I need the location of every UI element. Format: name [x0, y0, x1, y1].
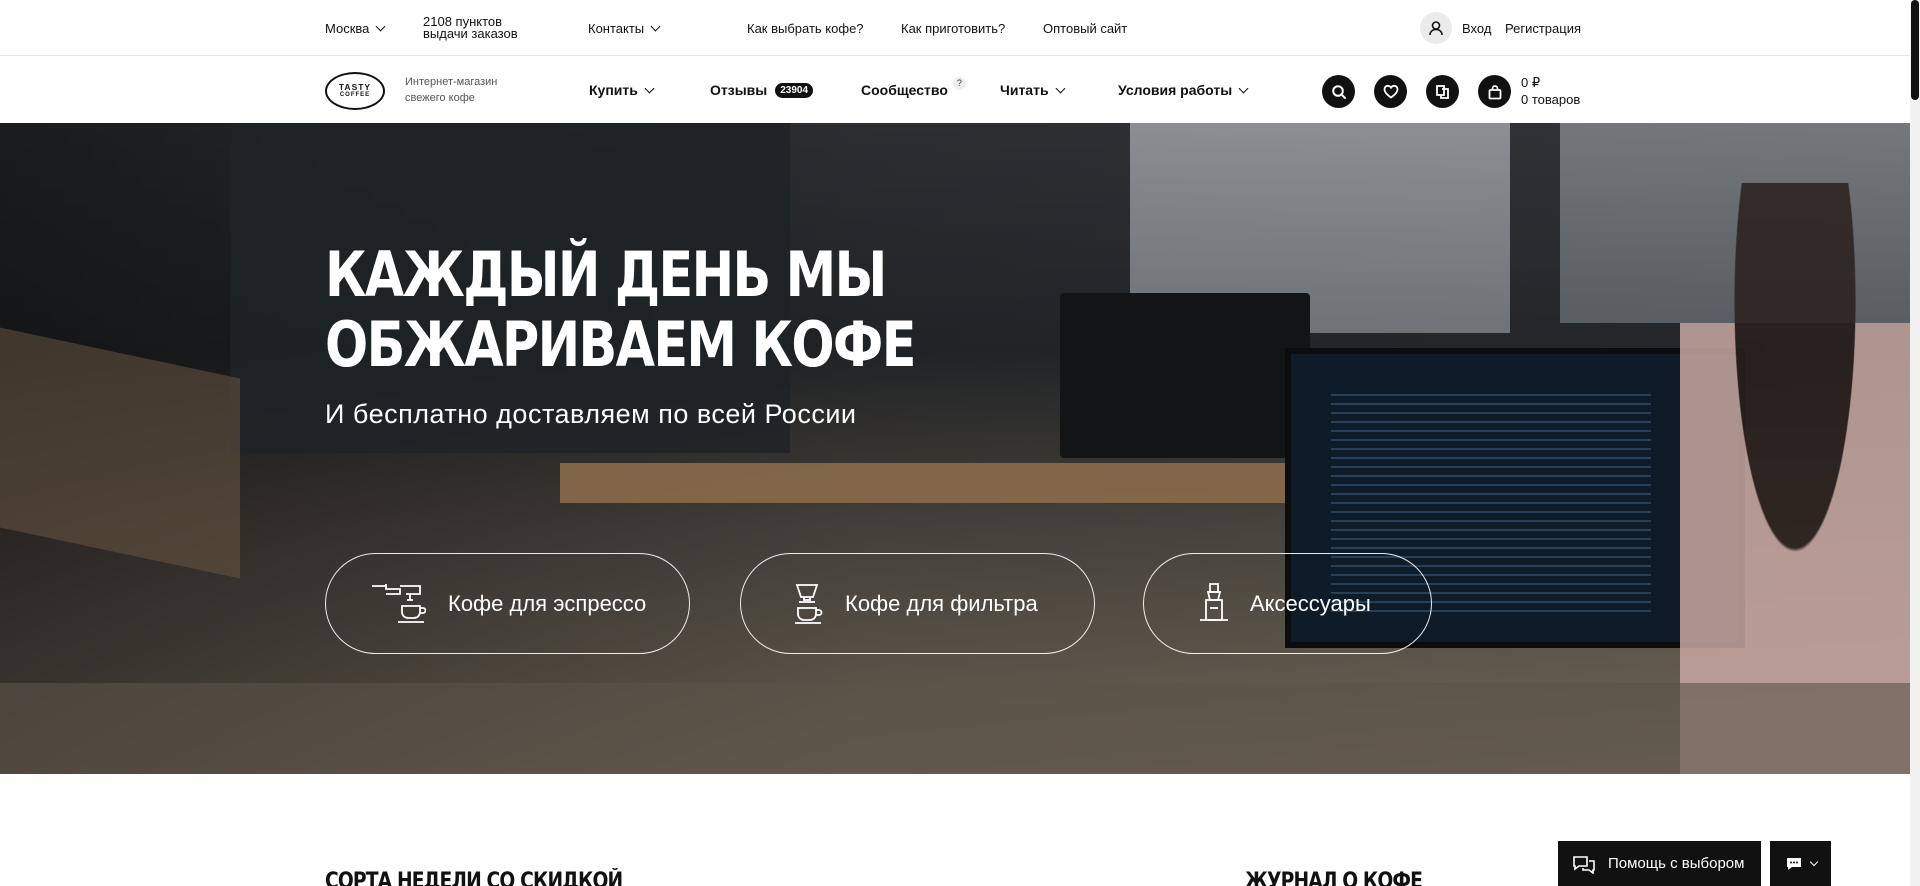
nav-buy-label: Купить [589, 82, 638, 98]
cart-sum: 0 ₽ [1521, 75, 1541, 90]
reviews-count-badge: 23904 [775, 82, 814, 98]
nav-reviews-label: Отзывы [710, 82, 768, 98]
nav-community-label: Сообщество [861, 82, 948, 98]
login-link[interactable]: Вход [1420, 0, 1491, 56]
pickup-points-link[interactable]: 2108 пунктов выдачи заказов [423, 0, 518, 56]
search-button[interactable] [1322, 75, 1355, 108]
chat-bubbles-icon [1573, 855, 1595, 874]
grinder-icon [1200, 582, 1228, 621]
chevron-down-icon [1238, 83, 1249, 93]
compare-icon [1435, 84, 1449, 99]
hero-banner: КАЖДЫЙ ДЕНЬ МЫ ОБЖАРИВАЕМ КОФЕ И бесплат… [0, 123, 1910, 774]
city-label: Москва [325, 20, 370, 36]
category-espresso-button[interactable]: Кофе для эспрессо [325, 553, 690, 654]
hero-background-desk [0, 327, 240, 579]
chat-icon [1786, 857, 1801, 870]
main-navigation: TASTY COFFEE Интернет-магазин свежего ко… [0, 57, 1910, 123]
heart-icon [1383, 84, 1398, 99]
chevron-down-icon [1055, 83, 1066, 93]
tasty-coffee-logo[interactable]: TASTY COFFEE [325, 72, 385, 110]
page-scrollbar[interactable] [1910, 0, 1920, 886]
user-icon [1420, 12, 1452, 44]
chevron-down-icon [375, 21, 386, 31]
chevron-down-icon [650, 21, 661, 31]
contacts-label: Контакты [588, 20, 645, 36]
register-link[interactable]: Регистрация [1505, 0, 1581, 56]
hero-background-floor [0, 683, 1910, 774]
help-hint-icon[interactable]: ? [952, 76, 966, 90]
shopping-bag-icon [1488, 84, 1501, 99]
compare-button[interactable] [1426, 75, 1459, 108]
help-choose-button[interactable]: Помощь с выбором [1558, 841, 1761, 886]
cart-items-count: 0 товаров [1521, 92, 1581, 107]
hero-background-monitor [1060, 293, 1310, 458]
how-to-choose-link[interactable]: Как выбрать кофе? [747, 0, 864, 56]
weekly-discount-title: СОРТА НЕДЕЛИ СО СКИДКОЙ [325, 869, 623, 886]
scrollbar-thumb[interactable] [1911, 0, 1919, 100]
hero-subtitle: И бесплатно доставляем по всей России [325, 399, 857, 429]
espresso-machine-icon [372, 583, 426, 623]
category-accessories-button[interactable]: Аксессуары [1143, 553, 1432, 654]
store-tagline: Интернет-магазин свежего кофе [405, 76, 498, 104]
login-label: Вход [1462, 20, 1492, 36]
top-bar: Москва 2108 пунктов выдачи заказов Конта… [0, 0, 1910, 56]
hero-background-desk [560, 463, 1380, 503]
category-filter-label: Кофе для фильтра [845, 590, 1038, 616]
search-icon [1331, 84, 1346, 99]
nav-terms-label: Условия работы [1118, 82, 1233, 98]
category-accessories-label: Аксессуары [1250, 590, 1371, 616]
chevron-down-icon [1809, 857, 1818, 866]
wholesale-link[interactable]: Оптовый сайт [1043, 0, 1127, 56]
how-to-brew-link[interactable]: Как приготовить? [901, 0, 1005, 56]
nav-community[interactable]: Сообщество ? [861, 57, 966, 123]
nav-read-label: Читать [1000, 82, 1049, 98]
contacts-menu[interactable]: Контакты [588, 0, 661, 56]
cart-summary[interactable]: 0 ₽ 0 товаров [1521, 74, 1580, 108]
nav-buy[interactable]: Купить [589, 57, 655, 123]
coffee-journal-title: ЖУРНАЛ О КОФЕ [1245, 869, 1423, 886]
city-selector[interactable]: Москва [325, 0, 386, 56]
hero-title: КАЖДЫЙ ДЕНЬ МЫ ОБЖАРИВАЕМ КОФЕ [325, 238, 916, 381]
category-espresso-label: Кофе для эспрессо [448, 590, 647, 616]
nav-read[interactable]: Читать [1000, 57, 1066, 123]
category-filter-button[interactable]: Кофе для фильтра [740, 553, 1095, 654]
help-choose-label: Помощь с выбором [1608, 855, 1745, 872]
chat-widget-button[interactable] [1770, 841, 1831, 886]
nav-terms[interactable]: Условия работы [1118, 57, 1249, 123]
nav-reviews[interactable]: Отзывы 23904 [710, 57, 814, 123]
favorites-button[interactable] [1374, 75, 1407, 108]
chevron-down-icon [644, 83, 655, 93]
pickup-label: выдачи заказов [423, 26, 518, 41]
cart-button[interactable] [1478, 75, 1511, 108]
pour-over-icon [795, 583, 823, 624]
